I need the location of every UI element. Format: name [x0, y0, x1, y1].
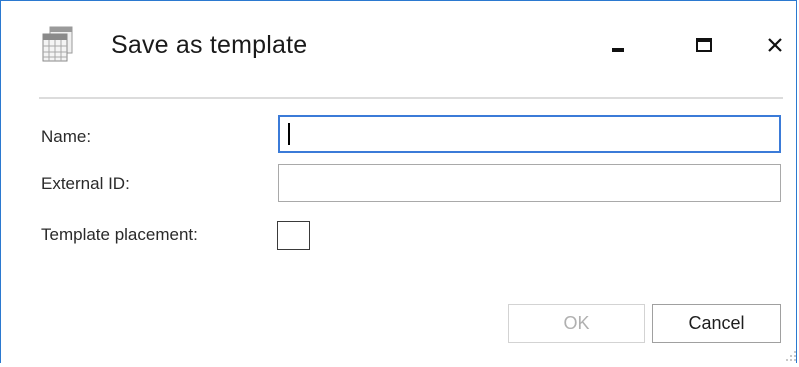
close-button[interactable]	[752, 25, 798, 65]
calendar-grid-icon	[41, 25, 75, 63]
resize-grip-icon	[786, 351, 796, 361]
ok-button[interactable]: OK	[508, 304, 645, 343]
name-label: Name:	[41, 127, 92, 146]
template-placement-label: Template placement:	[41, 225, 198, 244]
minimize-button[interactable]	[595, 25, 641, 65]
cancel-button[interactable]: Cancel	[652, 304, 781, 343]
maximize-button[interactable]	[681, 25, 727, 65]
maximize-icon	[696, 38, 712, 52]
template-placement-checkbox[interactable]	[277, 221, 310, 250]
external-id-label: External ID:	[41, 174, 130, 193]
close-icon	[768, 38, 782, 52]
text-caret	[288, 123, 290, 145]
minimize-icon	[612, 48, 624, 52]
dialog-title: Save as template	[111, 31, 308, 59]
title-separator	[39, 97, 783, 99]
save-as-template-dialog: Save as template Name: External ID: Temp…	[0, 0, 797, 363]
name-input[interactable]	[278, 115, 781, 153]
external-id-input[interactable]	[278, 164, 781, 202]
resize-grip[interactable]	[785, 349, 797, 361]
